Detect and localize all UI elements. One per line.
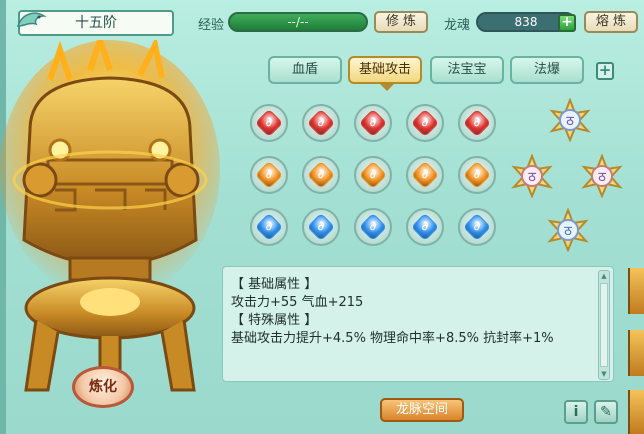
svg-text:ठ: ठ xyxy=(598,170,606,185)
scroll-down-arrow-icon[interactable]: ▼ xyxy=(600,370,608,378)
basic-attr-header: 【 基础属性 】 xyxy=(231,277,318,292)
orange-gem-slot[interactable]: ∂ xyxy=(458,156,496,194)
swirl-icon: ∂ xyxy=(265,219,273,234)
orange-gem-slot[interactable]: ∂ xyxy=(302,156,340,194)
smelt-button[interactable]: 熔 炼 xyxy=(584,11,638,33)
swirl-icon: ∂ xyxy=(473,219,481,234)
cultivate-button[interactable]: 修 炼 xyxy=(374,11,428,33)
side-reward-icon[interactable] xyxy=(628,268,644,314)
star-gem-icon[interactable]: ठ xyxy=(546,208,590,252)
swirl-icon: ∂ xyxy=(369,115,377,130)
add-soul-button[interactable]: + xyxy=(558,14,576,32)
blue-gem-slot[interactable]: ∂ xyxy=(250,208,288,246)
special-attr-header: 【 特殊属性 】 xyxy=(231,313,318,328)
red-gem-slot[interactable]: ∂ xyxy=(458,104,496,142)
red-gem-slot[interactable]: ∂ xyxy=(302,104,340,142)
swirl-icon: ∂ xyxy=(317,115,325,130)
tab-magic-crit[interactable]: 法爆 xyxy=(510,56,584,84)
rank-label: 十五阶 xyxy=(75,15,117,31)
swirl-icon: ∂ xyxy=(421,167,429,182)
refine-button[interactable]: 炼化 xyxy=(72,366,134,408)
exp-label: 经验 xyxy=(198,18,225,33)
orange-gem-slot[interactable]: ∂ xyxy=(406,156,444,194)
notebook-icon[interactable]: ✎ xyxy=(594,400,618,424)
blue-gem-slot[interactable]: ∂ xyxy=(406,208,444,246)
scroll-up-arrow-icon[interactable]: ▲ xyxy=(600,272,608,280)
blue-gem-slot[interactable]: ∂ xyxy=(354,208,392,246)
tab-treasure[interactable]: 法宝宝 xyxy=(430,56,504,84)
dragon-emblem-icon xyxy=(16,12,47,27)
svg-text:ठ: ठ xyxy=(528,170,536,185)
swirl-icon: ∂ xyxy=(421,219,429,234)
special-attr-values: 基础攻击力提升+4.5% 物理命中率+8.5% 抗封率+1% xyxy=(231,331,554,346)
add-tab-button[interactable]: + xyxy=(596,62,614,80)
tab-basic-attack[interactable]: 基础攻击 xyxy=(348,56,422,91)
swirl-icon: ∂ xyxy=(369,167,377,182)
orange-gem-slot[interactable]: ∂ xyxy=(250,156,288,194)
star-gem-icon[interactable]: ठ xyxy=(548,98,592,142)
exp-bar: --/-- xyxy=(228,12,368,32)
blue-gem-slot[interactable]: ∂ xyxy=(302,208,340,246)
red-gem-slot[interactable]: ∂ xyxy=(250,104,288,142)
swirl-icon: ∂ xyxy=(317,219,325,234)
stats-scrollbar[interactable]: ▲ ▼ xyxy=(598,270,610,380)
svg-text:ठ: ठ xyxy=(566,114,574,129)
swirl-icon: ∂ xyxy=(473,115,481,130)
swirl-icon: ∂ xyxy=(265,115,273,130)
soul-label: 龙魂 xyxy=(444,18,471,33)
swirl-icon: ∂ xyxy=(265,167,273,182)
rank-badge: 十五阶 xyxy=(16,10,174,36)
swirl-icon: ∂ xyxy=(421,115,429,130)
orange-gem-slot[interactable]: ∂ xyxy=(354,156,392,194)
dragon-vein-space-button[interactable]: 龙脉空间 xyxy=(380,398,464,422)
swirl-icon: ∂ xyxy=(317,167,325,182)
svg-text:ठ: ठ xyxy=(564,224,572,239)
red-gem-slot[interactable]: ∂ xyxy=(406,104,444,142)
swirl-icon: ∂ xyxy=(473,167,481,182)
info-icon[interactable]: i xyxy=(564,400,588,424)
stats-panel: 【 基础属性 】 攻击力+55 气血+215 【 特殊属性 】 基础攻击力提升+… xyxy=(222,266,614,382)
red-gem-slot[interactable]: ∂ xyxy=(354,104,392,142)
side-reward-icon[interactable] xyxy=(628,330,644,376)
star-gem-icon[interactable]: ठ xyxy=(580,154,624,198)
tab-blood-shield[interactable]: 血盾 xyxy=(268,56,342,84)
scroll-thumb[interactable] xyxy=(600,283,608,367)
swirl-icon: ∂ xyxy=(369,219,377,234)
side-reward-icon[interactable] xyxy=(628,390,644,434)
star-gem-icon[interactable]: ठ xyxy=(510,154,554,198)
basic-attr-values: 攻击力+55 气血+215 xyxy=(231,295,364,310)
blue-gem-slot[interactable]: ∂ xyxy=(458,208,496,246)
